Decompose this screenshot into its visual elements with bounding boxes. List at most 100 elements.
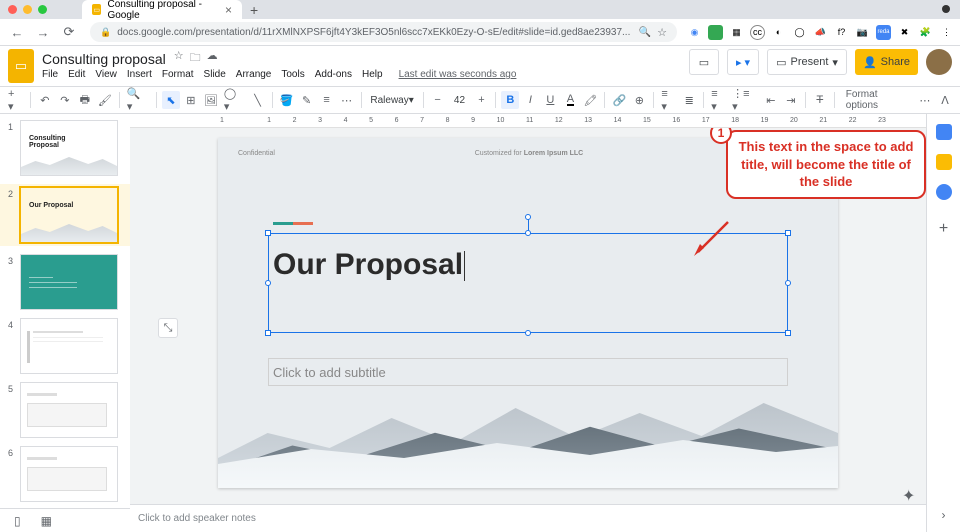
text-color-button[interactable]: A bbox=[561, 91, 579, 109]
extension-icon[interactable]: ◐ bbox=[771, 25, 786, 40]
underline-button[interactable]: U bbox=[541, 91, 559, 109]
slide-thumbnail[interactable] bbox=[20, 382, 118, 438]
extension-icon[interactable]: reda bbox=[876, 25, 891, 40]
undo-button[interactable]: ↶ bbox=[36, 91, 54, 109]
star-icon[interactable]: ☆ bbox=[174, 49, 184, 68]
document-title[interactable]: Consulting proposal bbox=[42, 51, 166, 67]
extension-icon[interactable]: ◉ bbox=[687, 25, 702, 40]
menu-arrange[interactable]: Arrange bbox=[236, 69, 272, 80]
window-close-icon[interactable] bbox=[8, 5, 17, 14]
share-button[interactable]: 👤 Share bbox=[855, 49, 918, 75]
bookmark-star-icon[interactable]: ☆ bbox=[657, 26, 667, 39]
tab-close-icon[interactable]: × bbox=[225, 3, 232, 17]
select-tool-button[interactable]: ⬉ bbox=[162, 91, 180, 109]
last-edit-link[interactable]: Last edit was seconds ago bbox=[399, 69, 517, 80]
extension-icon[interactable]: f? bbox=[834, 25, 849, 40]
browser-menu-icon[interactable]: ⋮ bbox=[939, 25, 954, 40]
image-button[interactable]: 🖼 bbox=[202, 91, 220, 109]
menu-tools[interactable]: Tools bbox=[281, 69, 304, 80]
bulleted-list-button[interactable]: ⋮≡ ▾ bbox=[730, 91, 760, 109]
slide-thumbnail[interactable]: ConsultingProposal bbox=[20, 120, 118, 176]
new-tab-button[interactable]: + bbox=[250, 2, 258, 18]
canvas[interactable]: Confidential Customized for Lorem Ipsum … bbox=[130, 128, 926, 504]
keep-icon[interactable] bbox=[936, 154, 952, 170]
grid-view-button[interactable]: ▦ bbox=[41, 514, 52, 528]
present-button[interactable]: ▭ Present ▾ bbox=[767, 49, 847, 75]
extension-icon[interactable]: ✖ bbox=[897, 25, 912, 40]
zoom-button[interactable]: 🔍 ▾ bbox=[125, 91, 151, 109]
add-comment-button[interactable]: ⊕ bbox=[630, 91, 648, 109]
extension-icon[interactable]: 📣 bbox=[813, 25, 828, 40]
clear-formatting-button[interactable]: T bbox=[811, 91, 829, 109]
nav-forward-button[interactable]: → bbox=[32, 21, 54, 43]
ruler[interactable]: 11234567891011121314151617181920212223 bbox=[130, 114, 926, 128]
bold-button[interactable]: B bbox=[501, 91, 519, 109]
format-options-button[interactable]: Format options bbox=[844, 91, 914, 109]
comments-button[interactable]: ▭ bbox=[689, 49, 719, 75]
menu-view[interactable]: View bbox=[95, 69, 117, 80]
more-button[interactable]: ⋯ bbox=[916, 91, 934, 109]
line-spacing-button[interactable]: ≣ bbox=[680, 91, 698, 109]
slide-thumbnail-selected[interactable]: Our Proposal bbox=[20, 187, 118, 243]
nav-back-button[interactable]: ← bbox=[6, 21, 28, 43]
insert-link-button[interactable]: 🔗 bbox=[610, 91, 628, 109]
url-bar[interactable]: 🔒 docs.google.com/presentation/d/11rXMlN… bbox=[90, 22, 677, 42]
menu-format[interactable]: Format bbox=[162, 69, 194, 80]
add-addon-button[interactable]: + bbox=[939, 220, 948, 238]
menu-addons[interactable]: Add-ons bbox=[315, 69, 352, 80]
border-color-button[interactable]: ✎ bbox=[298, 91, 316, 109]
line-button[interactable]: ╲ bbox=[249, 91, 267, 109]
increase-indent-button[interactable]: ⇥ bbox=[782, 91, 800, 109]
new-slide-button[interactable]: + ▾ bbox=[6, 91, 25, 109]
browser-tab[interactable]: ▭ Consulting proposal - Google × bbox=[82, 0, 242, 19]
extension-icon[interactable]: ▦ bbox=[729, 25, 744, 40]
redo-button[interactable]: ↷ bbox=[56, 91, 74, 109]
window-maximize-icon[interactable] bbox=[38, 5, 47, 14]
paint-format-button[interactable]: 🖌 bbox=[96, 91, 114, 109]
menu-slide[interactable]: Slide bbox=[204, 69, 226, 80]
resize-handle[interactable] bbox=[785, 330, 791, 336]
menu-help[interactable]: Help bbox=[362, 69, 383, 80]
rotate-handle[interactable] bbox=[525, 214, 531, 220]
highlight-button[interactable]: 🖍 bbox=[581, 91, 599, 109]
search-icon[interactable]: 🔍 bbox=[639, 27, 651, 38]
border-weight-button[interactable]: ≡ bbox=[318, 91, 336, 109]
tasks-icon[interactable] bbox=[936, 184, 952, 200]
menu-insert[interactable]: Insert bbox=[127, 69, 152, 80]
slide-thumbnail[interactable] bbox=[20, 254, 118, 310]
extension-icon[interactable]: 📷 bbox=[855, 25, 870, 40]
extension-icon[interactable]: cc bbox=[750, 25, 765, 40]
calendar-icon[interactable] bbox=[936, 124, 952, 140]
shape-button[interactable]: ◯ ▾ bbox=[222, 91, 247, 109]
font-family-select[interactable]: Raleway ▾ bbox=[367, 91, 418, 109]
resize-handle[interactable] bbox=[265, 330, 271, 336]
extension-icon[interactable]: 🧩 bbox=[918, 25, 933, 40]
numbered-list-button[interactable]: ≡ ▾ bbox=[709, 91, 728, 109]
hide-sidepanel-button[interactable]: › bbox=[942, 508, 946, 522]
fill-color-button[interactable]: 🪣 bbox=[278, 91, 296, 109]
extension-icon[interactable] bbox=[708, 25, 723, 40]
menu-edit[interactable]: Edit bbox=[68, 69, 85, 80]
decrease-indent-button[interactable]: ⇤ bbox=[762, 91, 780, 109]
menu-file[interactable]: File bbox=[42, 69, 58, 80]
italic-button[interactable]: I bbox=[521, 91, 539, 109]
font-size-decrease-button[interactable]: − bbox=[429, 91, 447, 109]
slideshow-button[interactable]: ▸ ▾ bbox=[727, 49, 759, 75]
border-dash-button[interactable]: ⋯ bbox=[338, 91, 356, 109]
align-button[interactable]: ≡ ▾ bbox=[659, 91, 678, 109]
extension-icon[interactable]: ◯ bbox=[792, 25, 807, 40]
cloud-status-icon[interactable]: ☁ bbox=[207, 49, 218, 68]
account-avatar[interactable] bbox=[926, 49, 952, 75]
nav-reload-button[interactable]: ⟳ bbox=[58, 21, 80, 43]
textbox-button[interactable]: ⊞ bbox=[182, 91, 200, 109]
slide-thumbnail[interactable] bbox=[20, 446, 118, 502]
slides-logo-icon[interactable]: ▭ bbox=[8, 49, 34, 83]
font-size-increase-button[interactable]: + bbox=[472, 91, 490, 109]
slide-thumbnail[interactable] bbox=[20, 318, 118, 374]
filmstrip-view-button[interactable]: ▯ bbox=[14, 514, 21, 528]
hide-menus-button[interactable]: ᐱ bbox=[936, 91, 954, 109]
resize-handle[interactable] bbox=[525, 330, 531, 336]
filmstrip[interactable]: 1 ConsultingProposal 2 Our Proposal 3 4 bbox=[0, 114, 130, 532]
print-button[interactable]: 🖶 bbox=[76, 91, 94, 109]
font-size-input[interactable]: 42 bbox=[449, 91, 471, 109]
